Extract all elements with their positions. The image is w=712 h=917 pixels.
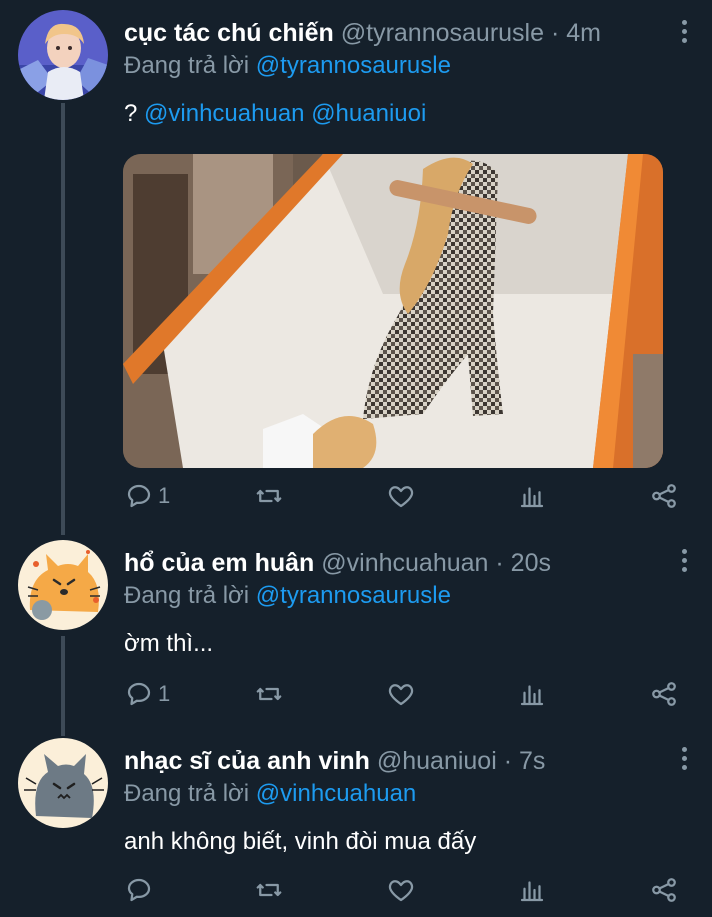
reply-context: Đang trả lời @vinhcuahuan: [124, 780, 416, 808]
reply-prefix: Đang trả lời: [124, 52, 250, 79]
tweet[interactable]: nhạc sĩ của anh vinh @huaniuoi · 7s Đang…: [0, 728, 712, 917]
display-name[interactable]: hổ của em huân: [124, 549, 314, 577]
mention-link[interactable]: @vinhcuahuan: [144, 100, 304, 127]
analytics-icon: [520, 685, 544, 706]
user-handle[interactable]: @tyrannosaurusle: [341, 19, 544, 47]
reply-icon: [127, 484, 151, 508]
display-name[interactable]: nhạc sĩ của anh vinh: [124, 747, 370, 775]
analytics-button[interactable]: [517, 478, 547, 514]
reply-context: Đang trả lời @tyrannosaurusle: [124, 52, 451, 80]
reply-icon: [127, 682, 151, 706]
display-name[interactable]: cục tác chú chiến: [124, 19, 334, 47]
retweet-icon: [256, 687, 282, 701]
tweet-header: cục tác chú chiến @tyrannosaurusle · 4m: [124, 19, 601, 48]
like-button[interactable]: [386, 676, 416, 712]
reply-count: 1: [158, 483, 171, 508]
like-icon: [388, 486, 414, 508]
share-icon: [652, 878, 676, 902]
mention-link[interactable]: @huaniuoi: [311, 100, 426, 127]
analytics-icon: [520, 487, 544, 508]
reply-prefix: Đang trả lời: [124, 780, 250, 807]
more-vertical-icon[interactable]: [676, 20, 692, 46]
text-prefix: ?: [124, 100, 138, 127]
reply-button[interactable]: 1: [124, 478, 170, 514]
reply-to-mention[interactable]: @tyrannosaurusle: [256, 582, 451, 609]
like-icon: [388, 684, 414, 706]
retweet-icon: [256, 489, 282, 503]
timestamp[interactable]: · 20s: [495, 549, 551, 577]
retweet-button[interactable]: [254, 478, 284, 514]
retweet-button[interactable]: [254, 676, 284, 712]
tweet-actions: 1: [124, 676, 684, 712]
share-icon: [652, 484, 676, 508]
more-vertical-icon[interactable]: [676, 747, 692, 773]
share-button[interactable]: [649, 676, 679, 712]
reply-to-mention[interactable]: @vinhcuahuan: [256, 780, 416, 807]
more-vertical-icon[interactable]: [676, 549, 692, 575]
avatar[interactable]: [18, 540, 108, 630]
analytics-button[interactable]: [517, 872, 547, 908]
like-button[interactable]: [386, 872, 416, 908]
retweet-icon: [256, 883, 282, 897]
tweet[interactable]: hổ của em huân @vinhcuahuan · 20s Đang t…: [0, 530, 712, 720]
retweet-button[interactable]: [254, 872, 284, 908]
timestamp[interactable]: · 7s: [504, 747, 546, 775]
reply-icon: [127, 878, 151, 902]
analytics-icon: [520, 881, 544, 902]
share-button[interactable]: [649, 478, 679, 514]
reply-button[interactable]: 1: [124, 676, 170, 712]
tweet-header: nhạc sĩ của anh vinh @huaniuoi · 7s: [124, 747, 545, 776]
like-icon: [388, 880, 414, 902]
avatar[interactable]: [18, 10, 108, 100]
tweet-photo[interactable]: [123, 154, 663, 468]
reply-count: 1: [158, 681, 171, 706]
analytics-button[interactable]: [517, 676, 547, 712]
tweet-text: ? @vinhcuahuan @huaniuoi: [124, 100, 426, 128]
like-button[interactable]: [386, 478, 416, 514]
tweet-actions: 1: [124, 478, 684, 514]
tweet-actions: [124, 872, 684, 908]
user-handle[interactable]: @huaniuoi: [377, 747, 497, 775]
share-button[interactable]: [649, 872, 679, 908]
tweet-text: anh không biết, vinh đòi mua đấy: [124, 828, 477, 855]
share-icon: [652, 682, 676, 706]
user-handle[interactable]: @vinhcuahuan: [321, 549, 488, 577]
reply-context: Đang trả lời @tyrannosaurusle: [124, 582, 451, 610]
tweet-text: ờm thì...: [124, 630, 214, 657]
reply-prefix: Đang trả lời: [124, 582, 250, 609]
avatar[interactable]: [18, 738, 108, 828]
reply-to-mention[interactable]: @tyrannosaurusle: [256, 52, 451, 79]
reply-button[interactable]: [124, 872, 158, 908]
tweet[interactable]: cục tác chú chiến @tyrannosaurusle · 4m …: [0, 0, 712, 520]
timestamp[interactable]: · 4m: [551, 19, 601, 47]
tweet-header: hổ của em huân @vinhcuahuan · 20s: [124, 549, 551, 578]
